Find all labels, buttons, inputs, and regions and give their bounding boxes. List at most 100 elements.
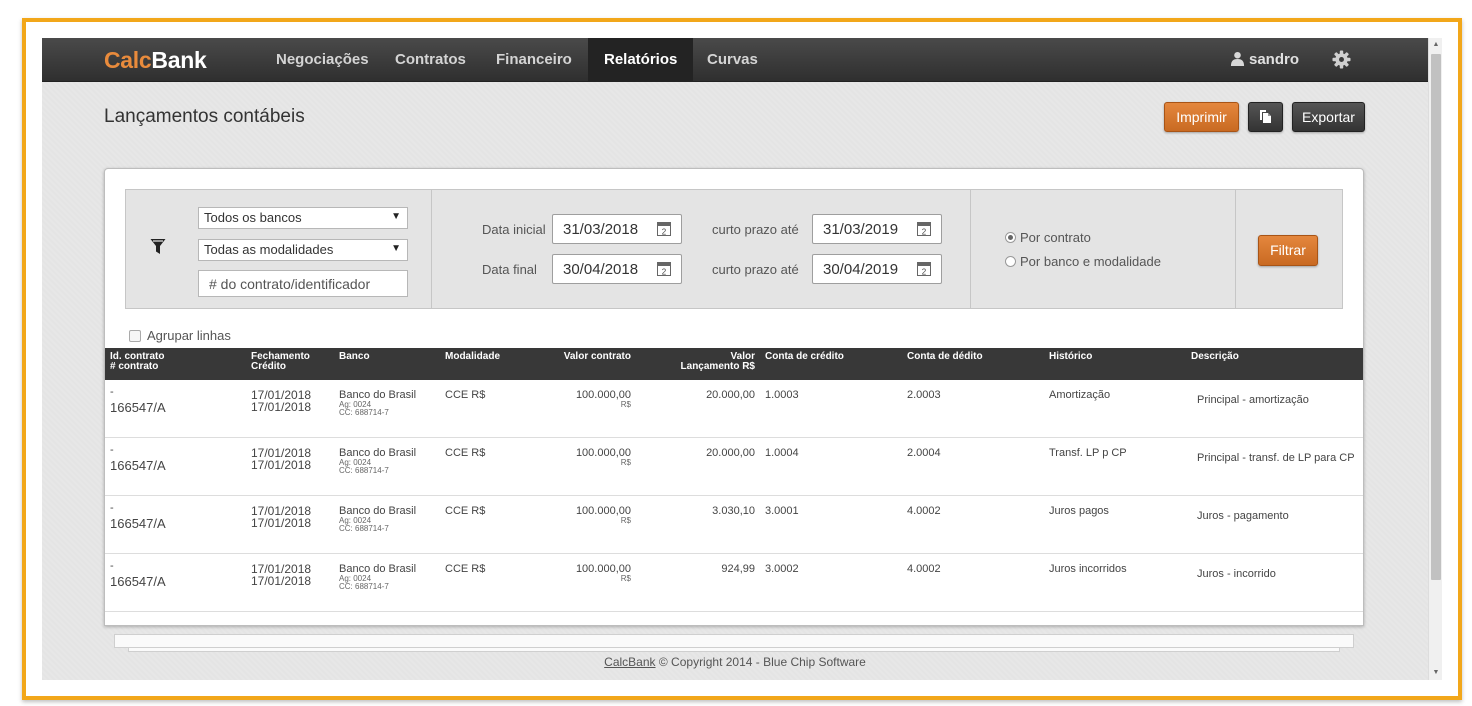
calendar-glyph: 2 <box>922 227 927 236</box>
row-history: Transf. LP p CP <box>1049 447 1127 459</box>
scroll-thumb[interactable] <box>1431 54 1441 580</box>
checkbox-icon <box>129 330 141 342</box>
vertical-scrollbar[interactable]: ▲ ▼ <box>1428 38 1442 680</box>
row-id-prefix: - <box>110 502 114 514</box>
radio-by-bank[interactable]: Por banco e modalidade <box>1005 254 1161 269</box>
modality-select[interactable]: Todas as modalidades ▼ <box>198 239 408 261</box>
footer-link[interactable]: CalcBank <box>604 655 655 669</box>
row-modality: CCE R$ <box>445 563 486 575</box>
row-contract-currency: R$ <box>620 400 631 409</box>
filter-section-grouping: Por contrato Por banco e modalidade <box>971 190 1236 308</box>
bank-select-value: Todos os bancos <box>204 210 302 225</box>
row-contract: 166547/A <box>110 458 166 473</box>
column-header-modality[interactable]: Modalidade <box>445 352 500 362</box>
calendar-icon[interactable]: 2 <box>657 262 671 280</box>
row-bank: Banco do Brasil Ag: 0024 CC: 688714-7 <box>339 505 416 533</box>
calendar-icon[interactable]: 2 <box>657 222 671 240</box>
gear-icon[interactable] <box>1332 50 1351 74</box>
row-history: Amortização <box>1049 389 1111 401</box>
top-navbar: CalcBank Negociações Contratos Financeir… <box>42 38 1428 82</box>
filter-button[interactable]: Filtrar <box>1258 235 1318 266</box>
user-icon <box>1230 40 1245 84</box>
end-date-label: Data final <box>482 262 537 277</box>
copy-icon <box>1259 109 1272 125</box>
nav-item-financeiro[interactable]: Financeiro <box>480 38 588 82</box>
group-rows-label: Agrupar linhas <box>147 328 231 343</box>
column-header-contract-value[interactable]: Valor contrato <box>564 352 631 362</box>
calendar-glyph: 2 <box>662 227 667 236</box>
row-dates: 17/01/2018 17/01/2018 <box>251 389 311 413</box>
nav-item-contratos[interactable]: Contratos <box>379 38 482 82</box>
column-header-closing[interactable]: Fechamento Crédito <box>251 352 310 372</box>
table-row[interactable]: - 166547/A 17/01/2018 17/01/2018 Banco do… <box>105 380 1363 438</box>
row-contract: 166547/A <box>110 400 166 415</box>
calendar-glyph: 2 <box>922 267 927 276</box>
row-bank: Banco do Brasil Ag: 0024 CC: 688714-7 <box>339 563 416 591</box>
column-header-bank[interactable]: Banco <box>339 352 370 362</box>
calendar-icon[interactable]: 2 <box>917 222 931 240</box>
funnel-icon <box>150 238 166 261</box>
calendar-icon[interactable]: 2 <box>917 262 931 280</box>
print-button[interactable]: Imprimir <box>1164 102 1239 132</box>
column-header-entry-value-line2: Lançamento R$ <box>680 361 755 372</box>
calendar-glyph: 2 <box>662 267 667 276</box>
column-header-closing-line2: Crédito <box>251 361 286 372</box>
nav-item-relatorios[interactable]: Relatórios <box>588 38 694 82</box>
footer-copyright: © Copyright 2014 - Blue Chip Software <box>658 655 866 669</box>
row-credit-account: 1.0004 <box>765 447 799 459</box>
row-bank-account: CC: 688714-7 <box>339 408 389 417</box>
nav-item-negociacoes[interactable]: Negociações <box>260 38 385 82</box>
column-header-description[interactable]: Descrição <box>1191 352 1239 362</box>
row-contract-value: 100.000,00 R$ <box>576 505 631 525</box>
row-description: Juros - incorrido <box>1197 568 1276 580</box>
filter-section-action: Filtrar <box>1236 190 1342 308</box>
column-header-credit-account[interactable]: Conta de crédito <box>765 352 844 362</box>
row-history: Juros pagos <box>1049 505 1109 517</box>
nav-item-curvas[interactable]: Curvas <box>691 38 774 82</box>
column-header-id[interactable]: Id. contrato # contrato <box>110 352 164 372</box>
row-bank: Banco do Brasil Ag: 0024 CC: 688714-7 <box>339 389 416 417</box>
scroll-down-arrow-icon[interactable]: ▼ <box>1429 666 1442 680</box>
app-window: CalcBank Negociações Contratos Financeir… <box>42 38 1442 680</box>
row-description: Principal - transf. de LP para CP <box>1197 452 1355 464</box>
scroll-up-arrow-icon[interactable]: ▲ <box>1429 38 1442 52</box>
table-row[interactable]: - 166547/A 17/01/2018 17/01/2018 Banco do… <box>105 496 1363 554</box>
short-term-end-input[interactable]: 30/04/2019 2 <box>812 254 942 284</box>
row-dates: 17/01/2018 17/01/2018 <box>251 505 311 529</box>
row-contract-value: 100.000,00 R$ <box>576 447 631 467</box>
row-id-prefix: - <box>110 444 114 456</box>
bank-select[interactable]: Todos os bancos ▼ <box>198 207 408 229</box>
table-row[interactable]: - 166547/A 17/01/2018 17/01/2018 Banco do… <box>105 554 1363 612</box>
row-dates: 17/01/2018 17/01/2018 <box>251 563 311 587</box>
row-modality: CCE R$ <box>445 389 486 401</box>
chevron-down-icon: ▼ <box>391 211 401 222</box>
row-contract-currency: R$ <box>620 574 631 583</box>
start-date-input[interactable]: 31/03/2018 2 <box>552 214 682 244</box>
modality-select-value: Todas as modalidades <box>204 242 334 257</box>
row-bank-account: CC: 688714-7 <box>339 466 389 475</box>
short-term-start-input[interactable]: 31/03/2019 2 <box>812 214 942 244</box>
row-contract-value: 100.000,00 R$ <box>576 389 631 409</box>
short-term-start-label: curto prazo até <box>712 222 799 237</box>
table-row[interactable]: - 166547/A 17/01/2018 17/01/2018 Banco do… <box>105 438 1363 496</box>
column-header-debit-account[interactable]: Conta de dédito <box>907 352 983 362</box>
brand-logo[interactable]: CalcBank <box>104 47 207 74</box>
row-bank-account: CC: 688714-7 <box>339 524 389 533</box>
copy-button[interactable] <box>1248 102 1283 132</box>
column-header-entry-value[interactable]: Valor Lançamento R$ <box>681 352 755 372</box>
user-name: sandro <box>1249 51 1300 68</box>
end-date-input[interactable]: 30/04/2018 2 <box>552 254 682 284</box>
brand-prefix: Calc <box>104 47 152 73</box>
group-rows-checkbox[interactable]: Agrupar linhas <box>129 328 231 343</box>
export-button[interactable]: Exportar <box>1292 102 1365 132</box>
radio-by-contract[interactable]: Por contrato <box>1005 230 1091 245</box>
user-menu[interactable]: sandro <box>1230 38 1299 82</box>
radio-by-bank-label: Por banco e modalidade <box>1020 254 1161 269</box>
row-credit-date: 17/01/2018 <box>251 400 312 414</box>
row-contract-currency: R$ <box>620 458 631 467</box>
short-term-end-label: curto prazo até <box>712 262 799 277</box>
column-header-history[interactable]: Histórico <box>1049 352 1092 362</box>
short-term-end-value: 30/04/2019 <box>823 261 899 278</box>
filter-section-dates: Data inicial 31/03/2018 2 curto prazo at… <box>432 190 971 308</box>
contract-id-input[interactable] <box>198 270 408 297</box>
